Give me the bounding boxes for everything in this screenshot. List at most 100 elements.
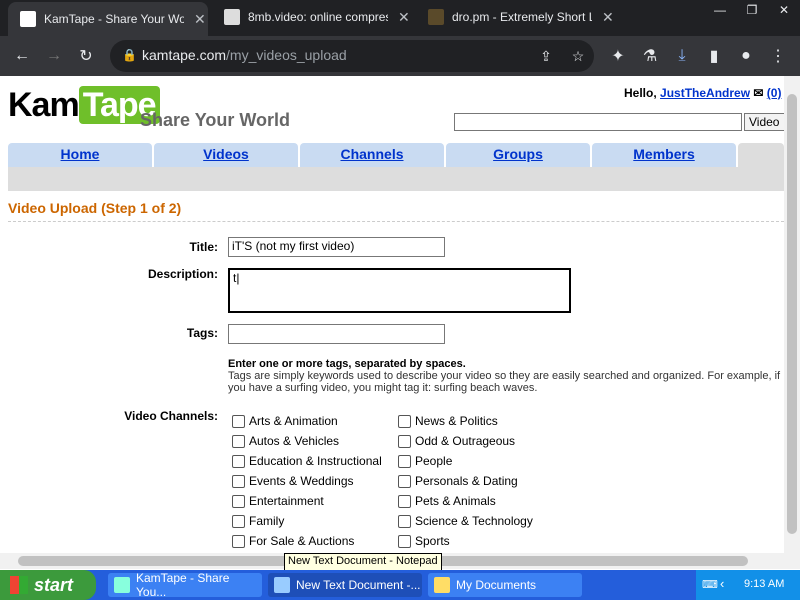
labs-flask-icon[interactable]: ⚗ <box>638 44 662 68</box>
channel-checkbox[interactable]: Odd & Outrageous <box>398 434 515 448</box>
tab-8mb[interactable]: 8mb.video: online compressor ✕ <box>212 0 412 34</box>
channel-checkbox[interactable]: For Sale & Auctions <box>232 534 354 548</box>
nav-channels[interactable]: Channels <box>300 143 444 167</box>
vertical-scrollbar[interactable] <box>784 76 800 553</box>
taskbar-item-notepad[interactable]: New Text Document -... <box>268 573 422 597</box>
channel-checkbox[interactable]: Autos & Vehicles <box>232 434 339 448</box>
scrollbar-thumb[interactable] <box>787 94 797 534</box>
start-button[interactable]: start <box>0 570 96 600</box>
checkbox-box[interactable] <box>232 534 245 548</box>
tags-hint-text: Tags are simply keywords used to describ… <box>228 370 781 394</box>
channel-checkbox[interactable]: Education & Instructional <box>232 454 382 468</box>
channel-checkbox[interactable]: Personals & Dating <box>398 474 518 488</box>
menu-kebab-icon[interactable]: ⋮ <box>766 44 790 68</box>
extensions-icon[interactable]: ✦ <box>606 44 630 68</box>
browser-toolbar: ← → ↻ 🔒 kamtape.com/my_videos_upload ⇪ ☆… <box>0 36 800 76</box>
maximize-icon[interactable]: ❐ <box>736 0 768 20</box>
channel-checkbox[interactable]: People <box>398 454 452 468</box>
tab-title: KamTape - Share Your World <box>44 12 184 26</box>
tab-title: 8mb.video: online compressor <box>248 10 388 24</box>
checkbox-box[interactable] <box>398 514 411 528</box>
username-link[interactable]: JustTheAndrew <box>660 86 750 100</box>
checkbox-box[interactable] <box>398 414 411 428</box>
tab-dropm[interactable]: dro.pm - Extremely Short Links ✕ <box>416 0 616 34</box>
kamtape-logo[interactable]: Kam Tape <box>8 86 160 125</box>
channel-checkbox[interactable]: Events & Weddings <box>232 474 354 488</box>
search-video-select[interactable]: Video <box>744 113 784 131</box>
inbox-count-link[interactable]: (0) <box>767 86 782 100</box>
windows-flag-icon <box>10 576 28 594</box>
url-text: kamtape.com/my_videos_upload <box>142 47 347 63</box>
minimize-icon[interactable]: — <box>704 0 736 20</box>
site-tagline: Share Your World <box>140 110 291 130</box>
dropm-favicon-icon <box>428 9 444 25</box>
checkbox-box[interactable] <box>232 414 245 428</box>
window-controls: — ❐ ✕ <box>704 0 800 20</box>
side-panel-icon[interactable]: ▮ <box>702 44 726 68</box>
forward-icon[interactable]: → <box>42 44 66 68</box>
channel-checkbox[interactable]: Sports <box>398 534 450 548</box>
download-icon[interactable]: ⤓ <box>670 44 694 68</box>
bookmark-star-icon[interactable]: ☆ <box>566 44 590 68</box>
chrome-icon <box>114 577 130 593</box>
channel-checkbox[interactable]: News & Politics <box>398 414 498 428</box>
checkbox-box[interactable] <box>232 474 245 488</box>
nav-videos[interactable]: Videos <box>154 143 298 167</box>
tray-chevron-icon[interactable]: ‹ <box>720 576 724 591</box>
mail-icon[interactable]: ✉ <box>753 86 763 100</box>
lock-icon: 🔒 <box>122 48 137 62</box>
tags-label: Tags: <box>186 326 218 340</box>
checkbox-box[interactable] <box>398 534 411 548</box>
system-tray: ⌨ ‹ 9:13 AM <box>696 570 800 600</box>
description-textarea[interactable]: t| <box>228 268 571 313</box>
taskbar-item-kamtape[interactable]: KamTape - Share You... <box>108 571 262 599</box>
address-bar[interactable]: 🔒 kamtape.com/my_videos_upload ⇪ ☆ <box>110 40 594 72</box>
channels-label: Video Channels: <box>124 409 218 423</box>
page-title: Video Upload (Step 1 of 2) <box>8 200 182 216</box>
channel-checkbox[interactable]: Family <box>232 514 284 528</box>
tab-title: dro.pm - Extremely Short Links <box>452 10 592 24</box>
nav-members[interactable]: Members <box>592 143 736 167</box>
checkbox-box[interactable] <box>398 434 411 448</box>
web-page: Kam Tape Share Your World Hello, JustTheA… <box>0 76 784 553</box>
checkbox-box[interactable] <box>398 474 411 488</box>
search-input[interactable] <box>454 113 742 131</box>
title-label: Title: <box>189 240 218 254</box>
checkbox-box[interactable] <box>232 434 245 448</box>
tab-kamtape[interactable]: KamTape - Share Your World ✕ <box>8 2 208 36</box>
nav-home[interactable]: Home <box>8 143 152 167</box>
back-icon[interactable]: ← <box>10 44 34 68</box>
close-window-icon[interactable]: ✕ <box>768 0 800 20</box>
channel-checkbox[interactable]: Entertainment <box>232 494 324 508</box>
nav-tab-spacer <box>738 143 784 167</box>
reload-icon[interactable]: ↻ <box>74 44 98 68</box>
8mb-favicon-icon <box>224 9 240 25</box>
clock: 9:13 AM <box>744 578 785 590</box>
close-icon[interactable]: ✕ <box>194 11 206 28</box>
checkbox-box[interactable] <box>398 494 411 508</box>
tags-field[interactable] <box>228 324 445 344</box>
nav-groups[interactable]: Groups <box>446 143 590 167</box>
profile-avatar-icon[interactable]: ● <box>734 44 758 68</box>
channel-checkbox[interactable]: Pets & Animals <box>398 494 496 508</box>
nav-subbar <box>8 167 784 191</box>
user-greeting: Hello, JustTheAndrew ✉ (0) <box>624 86 782 100</box>
taskbar-item-my-documents[interactable]: My Documents <box>428 573 582 597</box>
title-field[interactable]: iT'S (not my first video) <box>228 237 445 257</box>
tags-hint-title: Enter one or more tags, separated by spa… <box>228 358 466 370</box>
channel-checkbox[interactable]: Arts & Animation <box>232 414 338 428</box>
checkbox-box[interactable] <box>232 494 245 508</box>
checkbox-box[interactable] <box>232 454 245 468</box>
notepad-icon <box>274 577 290 593</box>
channel-checkbox[interactable]: Science & Technology <box>398 514 533 528</box>
browser-tab-strip: KamTape - Share Your World ✕ 8mb.video: … <box>0 0 800 36</box>
checkbox-box[interactable] <box>232 514 245 528</box>
close-icon[interactable]: ✕ <box>602 9 614 26</box>
checkbox-box[interactable] <box>398 454 411 468</box>
taskbar: start KamTape - Share You... New Text Do… <box>0 570 800 600</box>
folder-icon <box>434 577 450 593</box>
close-icon[interactable]: ✕ <box>398 9 410 26</box>
keyboard-icon[interactable]: ⌨ <box>702 578 718 591</box>
share-icon[interactable]: ⇪ <box>534 44 558 68</box>
kamtape-favicon-icon <box>20 11 36 27</box>
